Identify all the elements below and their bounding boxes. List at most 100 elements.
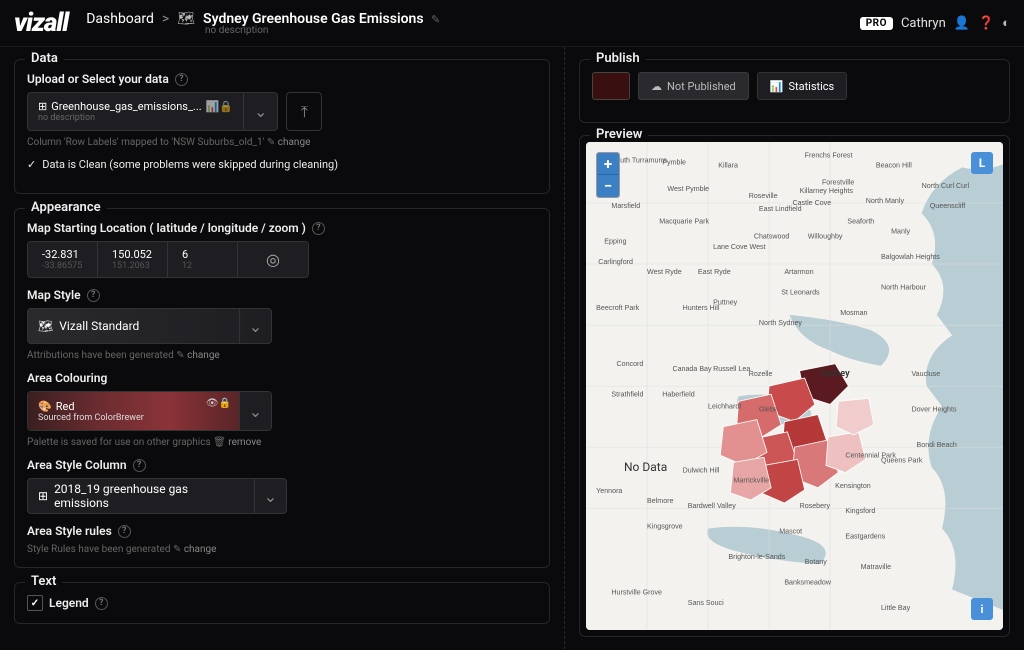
svg-text:Beacon Hill: Beacon Hill — [876, 161, 912, 169]
publish-panel: Publish ☁Not Published 📊Statistics — [579, 59, 1010, 123]
svg-text:Kingsgrove: Kingsgrove — [647, 522, 683, 530]
username[interactable]: Cathryn — [901, 16, 946, 31]
svg-text:Matraville: Matraville — [861, 563, 891, 571]
edit-title-icon[interactable]: ✎ — [431, 13, 440, 26]
change-rules-link[interactable]: change — [184, 544, 217, 555]
svg-text:Mosman: Mosman — [840, 309, 867, 317]
svg-text:Lane Cove West: Lane Cove West — [713, 243, 765, 251]
svg-text:Killara: Killara — [718, 161, 738, 169]
table-icon: ⊞ — [38, 100, 47, 113]
map-style-label: Map Style — [27, 288, 81, 302]
svg-text:Haberfield: Haberfield — [662, 390, 694, 398]
chevron-down-icon[interactable]: ⌄ — [243, 93, 277, 130]
svg-text:Marsfield: Marsfield — [611, 202, 640, 210]
svg-text:West Ryde: West Ryde — [647, 268, 682, 276]
locate-button[interactable]: ◎ — [238, 242, 308, 277]
latitude-cell[interactable]: -32.831-33.86575 — [28, 242, 98, 277]
svg-text:North Sydney: North Sydney — [759, 319, 803, 327]
map-icon: 🗺 — [177, 11, 195, 27]
appearance-panel-title: Appearance — [25, 200, 107, 215]
preview-panel-title: Preview — [590, 127, 648, 142]
svg-text:Mascot: Mascot — [779, 528, 802, 536]
svg-text:Brighton-le-Sands: Brighton-le-Sands — [728, 553, 785, 561]
info-button[interactable]: i — [971, 598, 993, 620]
svg-text:Forestville: Forestville — [822, 179, 854, 187]
svg-text:Little Bay: Little Bay — [881, 604, 911, 612]
help-icon[interactable]: ? — [118, 525, 131, 538]
chart-icon: 📊🔒 — [206, 100, 233, 113]
zoom-cell[interactable]: 612 — [168, 242, 238, 277]
svg-text:East Lindfield: East Lindfield — [759, 205, 802, 213]
map-preview[interactable]: Sydney Chatswood North Sydney South Turr… — [586, 142, 1003, 630]
area-colouring-label: Area Colouring — [27, 371, 107, 385]
publish-panel-title: Publish — [590, 51, 646, 66]
svg-text:Willoughby: Willoughby — [808, 233, 843, 241]
help-icon[interactable]: ? — [175, 73, 188, 86]
svg-text:East Ryde: East Ryde — [698, 268, 731, 276]
editor-column: Data Upload or Select your data ? ⊞ Gree… — [0, 47, 565, 649]
area-style-column-selector[interactable]: ⊞2018_19 greenhouse gas emissions ⌄ — [27, 478, 287, 514]
svg-text:Queenscliff: Queenscliff — [930, 202, 965, 210]
statistics-button[interactable]: 📊Statistics — [757, 72, 847, 100]
svg-text:Kensington: Kensington — [835, 482, 871, 490]
publish-swatch — [592, 72, 630, 100]
colour-selector[interactable]: 🎨 Red Sourced from ColorBrewer 👁🔒 ⌄ — [27, 391, 272, 431]
svg-text:Roseville: Roseville — [749, 192, 778, 200]
chart-icon: 📊 — [770, 80, 784, 93]
svg-text:Artarmon: Artarmon — [784, 268, 813, 276]
svg-text:Pymble: Pymble — [662, 158, 686, 166]
chevron-down-icon[interactable]: ⌄ — [239, 309, 271, 343]
zoom-in-button[interactable]: + — [597, 153, 619, 175]
svg-text:Dulwich Hill: Dulwich Hill — [683, 467, 720, 475]
svg-text:Leichhardt: Leichhardt — [708, 402, 741, 410]
coordinates-input[interactable]: -32.831-33.86575 150.052151.2063 612 ◎ — [27, 241, 309, 278]
svg-text:Yennora: Yennora — [596, 487, 622, 495]
preview-panel: Preview — [579, 135, 1010, 637]
text-panel-title: Text — [25, 574, 62, 589]
svg-text:Bardwell Valley: Bardwell Valley — [688, 502, 737, 510]
dataset-selector[interactable]: ⊞ Greenhouse_gas_emissions_... 📊🔒 no des… — [27, 92, 278, 131]
remove-palette-link[interactable]: remove — [228, 437, 261, 448]
breadcrumb-root[interactable]: Dashboard — [86, 11, 154, 27]
svg-text:Belmore: Belmore — [647, 497, 674, 505]
settings-icon[interactable]: ◐ — [1002, 15, 1010, 31]
check-icon: ✓ — [27, 158, 36, 171]
user-icon[interactable]: 👤 — [954, 16, 970, 31]
svg-text:Dover Heights: Dover Heights — [911, 406, 956, 414]
pro-badge: PRO — [860, 17, 893, 30]
publish-status-button[interactable]: ☁Not Published — [638, 72, 749, 100]
change-mapping-link[interactable]: change — [278, 137, 311, 148]
app-header: vizall Dashboard > 🗺 Sydney Greenhouse G… — [0, 0, 1024, 47]
svg-text:Carlingford: Carlingford — [598, 258, 633, 266]
legend-checkbox[interactable]: ✓ — [27, 595, 43, 611]
area-style-col-label: Area Style Column — [27, 458, 127, 472]
help-icon[interactable]: ❓ — [978, 16, 994, 31]
help-icon[interactable]: ? — [87, 289, 100, 302]
svg-text:Canada Bay: Canada Bay — [672, 365, 712, 373]
change-attrib-link[interactable]: change — [187, 350, 220, 361]
svg-text:Glebe: Glebe — [759, 406, 778, 414]
help-icon[interactable]: ? — [312, 222, 325, 235]
logo: vizall — [14, 8, 68, 38]
chevron-down-icon[interactable]: ⌄ — [239, 392, 271, 430]
svg-text:Marrickville: Marrickville — [733, 477, 769, 485]
no-data-label: No Data — [624, 460, 667, 474]
chevron-down-icon[interactable]: ⌄ — [254, 479, 286, 513]
map-style-selector[interactable]: 🗺Vizall Standard ⌄ — [27, 308, 272, 344]
svg-text:Hurstville Grove: Hurstville Grove — [611, 589, 662, 597]
palette-icon: 🎨 — [38, 400, 52, 413]
data-panel: Data Upload or Select your data ? ⊞ Gree… — [14, 59, 550, 194]
visibility-lock-icons: 👁🔒 — [206, 398, 231, 409]
zoom-out-button[interactable]: − — [597, 175, 619, 197]
svg-text:Beecroft Park: Beecroft Park — [596, 304, 640, 312]
upload-button[interactable]: ⤒ — [286, 92, 322, 131]
svg-text:Kingsford: Kingsford — [845, 507, 875, 515]
svg-text:Eastgardens: Eastgardens — [845, 533, 885, 541]
svg-text:Frenchs Forest: Frenchs Forest — [805, 151, 853, 159]
longitude-cell[interactable]: 150.052151.2063 — [98, 242, 168, 277]
help-icon[interactable]: ? — [95, 597, 108, 610]
layers-button[interactable]: L — [971, 152, 993, 174]
help-icon[interactable]: ? — [133, 459, 146, 472]
svg-text:Bondi Beach: Bondi Beach — [917, 441, 957, 449]
svg-text:Sydney: Sydney — [820, 369, 850, 379]
